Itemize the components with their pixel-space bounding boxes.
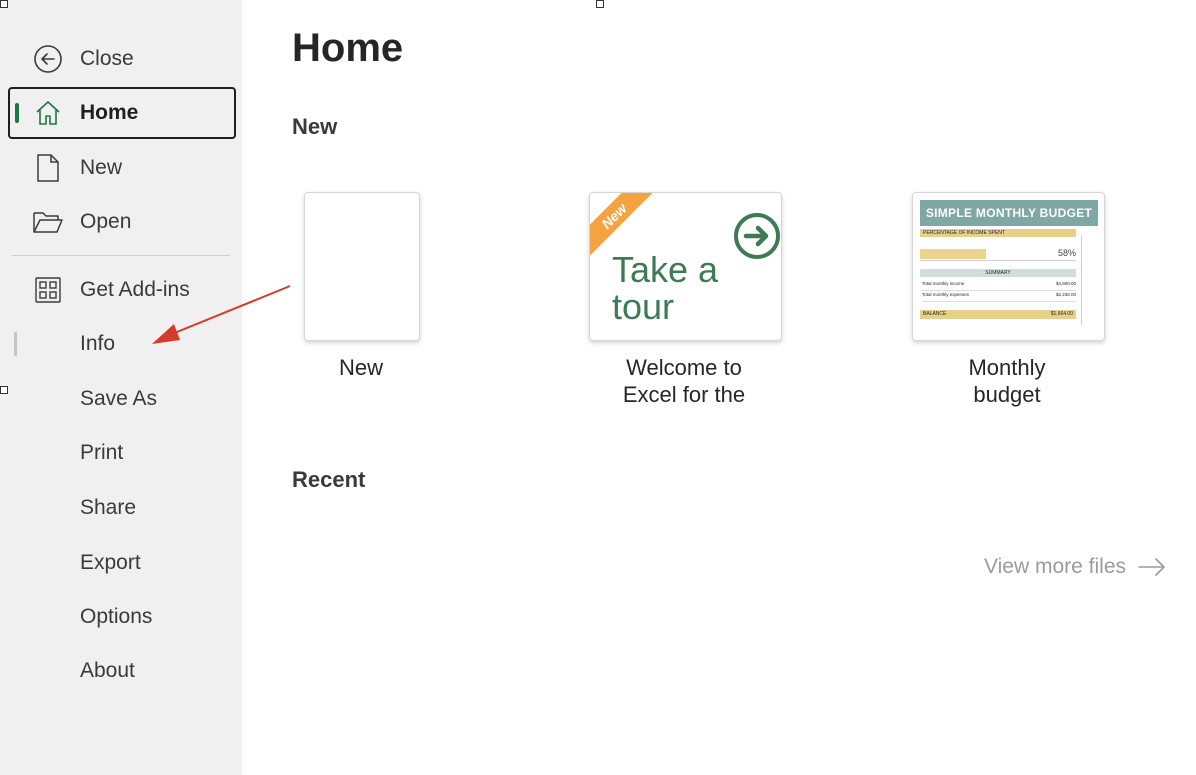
sidebar-item-save-as[interactable]: Save As xyxy=(8,374,236,424)
close-button[interactable]: Close xyxy=(8,34,236,84)
home-label: Home xyxy=(80,101,139,124)
about-label: About xyxy=(80,659,135,682)
home-icon xyxy=(30,95,66,131)
sidebar-item-home[interactable]: Home xyxy=(8,87,236,139)
export-label: Export xyxy=(80,551,141,574)
budget-thumb-expenses-row: Total monthly expenses $2,236.00 xyxy=(922,292,1076,302)
close-label: Close xyxy=(80,47,134,70)
sidebar-item-open[interactable]: Open xyxy=(8,197,236,247)
tour-caption-line1: Welcome to xyxy=(626,355,742,380)
sidebar-item-print[interactable]: Print xyxy=(8,428,236,478)
budget-thumb-row1: PERCENTAGE OF INCOME SPENT xyxy=(920,229,1076,237)
budget-caption-line2: budget xyxy=(973,382,1041,407)
tour-caption-line2: Excel for the xyxy=(622,382,746,407)
recent-section-title: Recent xyxy=(292,467,366,492)
sidebar-item-export[interactable]: Export xyxy=(8,538,236,588)
addins-label: Get Add-ins xyxy=(80,278,190,301)
new-section-title: New xyxy=(292,114,338,139)
new-badge-text: New xyxy=(598,200,630,232)
monthly-budget-thumbnail[interactable]: SIMPLE MONTHLY BUDGET PERCENTAGE OF INCO… xyxy=(912,192,1105,341)
sidebar-item-get-addins[interactable]: Get Add-ins xyxy=(8,265,236,315)
selection-handle xyxy=(0,0,8,8)
info-label: Info xyxy=(80,332,116,355)
blank-caption-text: New xyxy=(338,355,383,380)
sidebar-item-new[interactable]: New xyxy=(8,143,236,193)
budget-thumb-expenses-val: $2,236.00 xyxy=(1055,292,1076,297)
sidebar-item-about[interactable]: About xyxy=(8,646,236,696)
sidebar-item-options[interactable]: Options xyxy=(8,592,236,642)
selection-handle xyxy=(0,386,8,394)
hover-indicator xyxy=(14,332,17,356)
view-more-files-link[interactable]: View more files xyxy=(984,555,1166,579)
new-document-icon xyxy=(30,150,66,186)
new-label: New xyxy=(80,156,123,179)
budget-thumb-pct: 58% xyxy=(920,248,1076,261)
blank-workbook-caption[interactable]: New xyxy=(291,354,431,381)
take-a-tour-caption[interactable]: Welcome to Excel for the xyxy=(584,354,784,408)
blank-workbook-thumbnail[interactable] xyxy=(304,192,420,341)
selection-handle xyxy=(596,0,604,8)
take-a-tour-thumbnail[interactable]: New Take a tour xyxy=(589,192,782,341)
budget-thumb-income-val: $4,900.00 xyxy=(1055,281,1076,286)
budget-thumb-income-row: Total monthly income $4,900.00 xyxy=(922,281,1076,291)
folder-open-icon xyxy=(30,204,66,240)
budget-thumb-balance-val: $1,664.00 xyxy=(1050,311,1073,317)
view-more-files-label: View more files xyxy=(984,555,1126,578)
budget-thumb-income: Total monthly income xyxy=(922,281,965,286)
options-label: Options xyxy=(80,605,153,628)
selection-indicator xyxy=(15,103,19,123)
addins-grid-icon xyxy=(30,272,66,308)
open-label: Open xyxy=(80,210,132,233)
budget-thumb-header: SIMPLE MONTHLY BUDGET xyxy=(920,200,1098,226)
page-title: Home xyxy=(292,26,404,70)
back-arrow-icon xyxy=(30,41,66,77)
share-label: Share xyxy=(80,496,137,519)
tour-thumb-line1: Take a xyxy=(612,249,719,290)
budget-thumb-summary: SUMMARY xyxy=(920,269,1076,277)
tour-thumb-text: Take a tour xyxy=(612,251,718,325)
save-as-label: Save As xyxy=(80,387,158,410)
arrow-right-icon xyxy=(1138,558,1165,576)
sidebar-item-share[interactable]: Share xyxy=(8,483,236,533)
sidebar-item-info[interactable]: Info xyxy=(8,319,236,369)
budget-caption-line1: Monthly xyxy=(968,355,1046,380)
monthly-budget-caption[interactable]: Monthly budget xyxy=(907,354,1107,408)
budget-thumb-balance-row: BALANCE $1,664.00 xyxy=(920,310,1076,319)
budget-thumb-balance: BALANCE xyxy=(923,311,947,317)
print-label: Print xyxy=(80,441,124,464)
backstage-sidebar: Close Home New Open Get Add-ins Info Sav… xyxy=(0,0,242,775)
tour-thumb-line2: tour xyxy=(612,286,675,327)
budget-thumb-expenses: Total monthly expenses xyxy=(922,292,970,297)
arrow-circle-icon xyxy=(732,211,781,266)
sidebar-divider xyxy=(12,255,230,256)
budget-thumb-axis xyxy=(1081,235,1098,325)
